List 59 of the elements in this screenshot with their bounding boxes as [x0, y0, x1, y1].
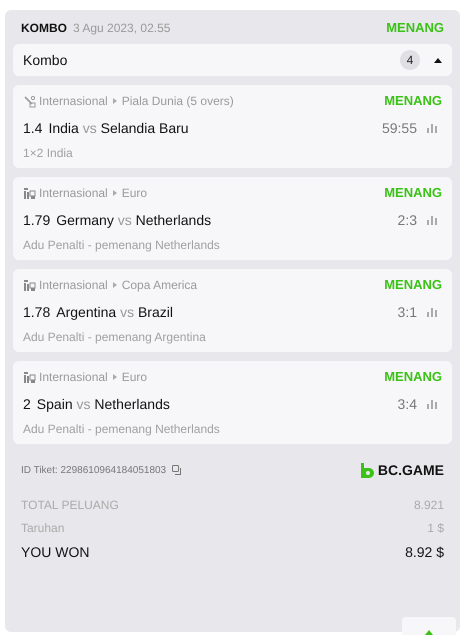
brand-logo-icon: [360, 462, 374, 478]
caret-icon: [434, 58, 442, 62]
odds-value: 1.79: [23, 210, 50, 230]
total-value: 8.921: [414, 496, 444, 514]
odds-value: 1.78: [23, 302, 50, 322]
total-label: TOTAL PELUANG: [21, 496, 119, 514]
chevron-icon: [112, 98, 117, 104]
group-title: Kombo: [23, 50, 68, 70]
category-label: Internasional: [39, 277, 108, 294]
league-label: Euro: [122, 185, 148, 202]
stats-icon[interactable]: [427, 307, 438, 317]
total-label: YOU WON: [21, 542, 90, 562]
category-label: Internasional: [39, 369, 108, 386]
copy-icon[interactable]: [172, 464, 184, 476]
match-title: Argentina vs Brazil: [56, 302, 173, 322]
odds-value: 1.4: [23, 118, 42, 138]
logo-icon: [23, 370, 36, 384]
bet-type-label: KOMBO: [21, 20, 67, 37]
score-label: 3:4: [398, 394, 417, 414]
stats-icon[interactable]: [427, 123, 438, 133]
odds-value: 2: [23, 394, 31, 414]
score-label: 59:55: [382, 118, 417, 138]
group-header[interactable]: Kombo 4: [13, 44, 452, 76]
total-value: 8.92 $: [405, 542, 444, 562]
market-label: Adu Penalti - pemenang Netherlands: [23, 421, 221, 438]
bet-date: 3 Agu 2023, 02.55: [73, 20, 170, 37]
market-label: Adu Penalti - pemenang Netherlands: [23, 237, 221, 254]
brand-name: BC.GAME: [378, 460, 444, 480]
status-label: MENANG: [384, 276, 442, 294]
total-value: 1 $: [427, 520, 444, 536]
logo-icon: [23, 186, 36, 200]
total-label: Taruhan: [21, 520, 64, 536]
match-title: India vs Selandia Baru: [48, 118, 189, 138]
caret-up-icon: [425, 630, 433, 635]
match-title: Spain vs Netherlands: [36, 394, 170, 414]
league-label: Piala Dunia (5 overs): [122, 93, 234, 110]
score-label: 3:1: [398, 302, 417, 322]
logo-icon: [23, 278, 36, 292]
ticket-id: ID Tiket: 2298610964184051803: [21, 464, 166, 478]
count-badge: 4: [400, 50, 420, 70]
score-label: 2:3: [398, 210, 417, 230]
match-title: Germany vs Netherlands: [56, 210, 212, 230]
stats-icon[interactable]: [427, 399, 438, 409]
status-label: MENANG: [384, 92, 442, 110]
market-label: 1×2 India: [23, 145, 74, 162]
status-label: MENANG: [384, 184, 442, 202]
status-label: MENANG: [384, 368, 442, 386]
category-label: Internasional: [39, 185, 108, 202]
bat-icon: [23, 94, 36, 108]
league-label: Euro: [122, 369, 148, 386]
market-label: Adu Penalti - pemenang Argentina: [23, 329, 207, 346]
chevron-icon: [112, 190, 117, 196]
stats-icon[interactable]: [427, 215, 438, 225]
category-label: Internasional: [39, 93, 108, 110]
chevron-icon: [112, 282, 117, 288]
scroll-up-button[interactable]: [402, 617, 456, 635]
league-label: Copa America: [122, 277, 198, 294]
chevron-icon: [112, 374, 117, 380]
status-label: MENANG: [386, 19, 444, 38]
